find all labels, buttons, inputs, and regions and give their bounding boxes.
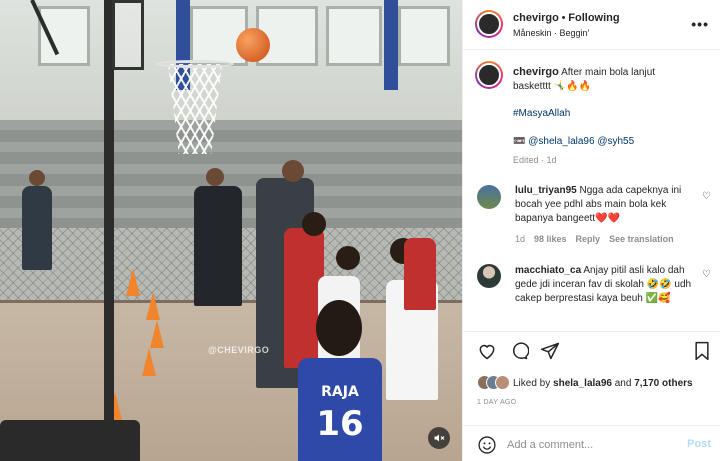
add-comment-bar: Post	[463, 425, 720, 461]
caption-edited: Edited · 1d	[513, 155, 557, 165]
see-translation-button[interactable]: See translation	[609, 234, 674, 244]
tag-link[interactable]: @syh55	[597, 136, 634, 147]
hashtag-link[interactable]: #MasyaAllah	[513, 107, 693, 121]
video-watermark: @CHEVIRGO	[208, 345, 270, 355]
comment: lulu_triyan95 Ngga ada capeknya ini boca…	[515, 184, 695, 226]
comment-username[interactable]: lulu_triyan95	[515, 185, 577, 196]
post-details-panel: chevirgo • Following Måneskin · Beggin' …	[462, 0, 720, 461]
share-paper-plane-icon[interactable]	[540, 341, 560, 361]
hoop-rim	[156, 60, 234, 68]
add-comment-input[interactable]	[507, 436, 667, 454]
player-head	[316, 300, 362, 356]
gym-window	[326, 6, 382, 66]
spectator	[22, 186, 52, 270]
blue-column	[384, 0, 398, 90]
comment-like-icon[interactable]: ♡	[702, 191, 711, 202]
comment-like-icon[interactable]: ♡	[702, 269, 711, 280]
player-head	[302, 212, 326, 236]
caption: chevirgo After main bola lanjut baskettt…	[513, 65, 693, 94]
training-cone	[126, 268, 140, 296]
comment: macchiato_ca Anjay pitil asli kalo dah g…	[515, 264, 695, 306]
post-header: chevirgo • Following Måneskin · Beggin' …	[463, 0, 720, 50]
comment-likes[interactable]: 98 likes	[534, 234, 567, 244]
post-actions: Liked by shela_lala96 and 7,170 others 1…	[463, 331, 720, 461]
separator-dot: •	[561, 12, 566, 24]
caption-text-line1: After main bola lanjut	[561, 67, 656, 78]
like-heart-icon[interactable]	[477, 341, 497, 361]
mute-button[interactable]	[428, 427, 450, 449]
likes-summary: Liked by shela_lala96 and 7,170 others	[513, 378, 693, 389]
training-cone	[146, 292, 160, 320]
likes-count[interactable]: 7,170 others	[634, 378, 692, 389]
training-cone	[142, 348, 156, 376]
author-username[interactable]: chevirgo	[513, 12, 559, 24]
gym-window	[398, 6, 450, 66]
jersey-number: 16	[316, 404, 364, 444]
coach-head	[282, 160, 304, 182]
caption-avatar[interactable]	[475, 61, 503, 89]
liked-by-user[interactable]: shela_lala96	[553, 378, 612, 389]
liked-by-prefix: Liked by	[513, 378, 551, 389]
liked-by-and: and	[614, 378, 632, 389]
jersey-name: RAJA	[321, 384, 359, 400]
post-comment-button[interactable]: Post	[687, 438, 711, 450]
tag-link[interactable]: @shela_lala96	[528, 136, 594, 147]
following-button[interactable]: Following	[568, 12, 619, 24]
post-video[interactable]: RAJA 16 @CHEVIRGO	[0, 0, 462, 461]
training-cone	[150, 320, 164, 348]
backboard	[112, 0, 144, 70]
author-avatar[interactable]	[475, 10, 503, 38]
caption-text-line2: basketttt 🤸‍♂️🔥🔥	[513, 81, 591, 92]
liker-avatar	[495, 375, 510, 390]
reply-button[interactable]: Reply	[576, 234, 601, 244]
spectator	[194, 186, 242, 306]
comments-section: chevirgo After main bola lanjut baskettt…	[463, 51, 720, 331]
liker-avatars	[477, 375, 510, 391]
comment-username[interactable]: macchiato_ca	[515, 265, 581, 276]
speaker-muted-icon	[434, 434, 445, 442]
player-head	[336, 246, 360, 270]
videotape-emoji: 📼	[513, 136, 526, 147]
more-options-icon[interactable]: •••	[691, 16, 709, 32]
comment-bubble-icon[interactable]	[509, 341, 529, 361]
player-red	[404, 238, 436, 310]
bookmark-icon[interactable]	[693, 341, 711, 361]
caption-tags: 📼 @shela_lala96 @syh55	[513, 135, 693, 149]
caption-username[interactable]: chevirgo	[513, 66, 559, 78]
commenter-avatar[interactable]	[477, 185, 501, 209]
audio-track[interactable]: Måneskin · Beggin'	[513, 28, 589, 38]
comment-time: 1d	[515, 234, 526, 244]
comment-meta: 1d 98 likes Reply See translation	[515, 234, 674, 244]
spectator-head	[206, 168, 224, 186]
commenter-avatar[interactable]	[477, 264, 501, 288]
basketball	[236, 28, 270, 62]
post-timestamp: 1 DAY AGO	[477, 399, 517, 406]
hoop-base	[0, 420, 140, 461]
spectator-head	[29, 170, 45, 186]
emoji-smiley-icon[interactable]	[477, 435, 497, 455]
